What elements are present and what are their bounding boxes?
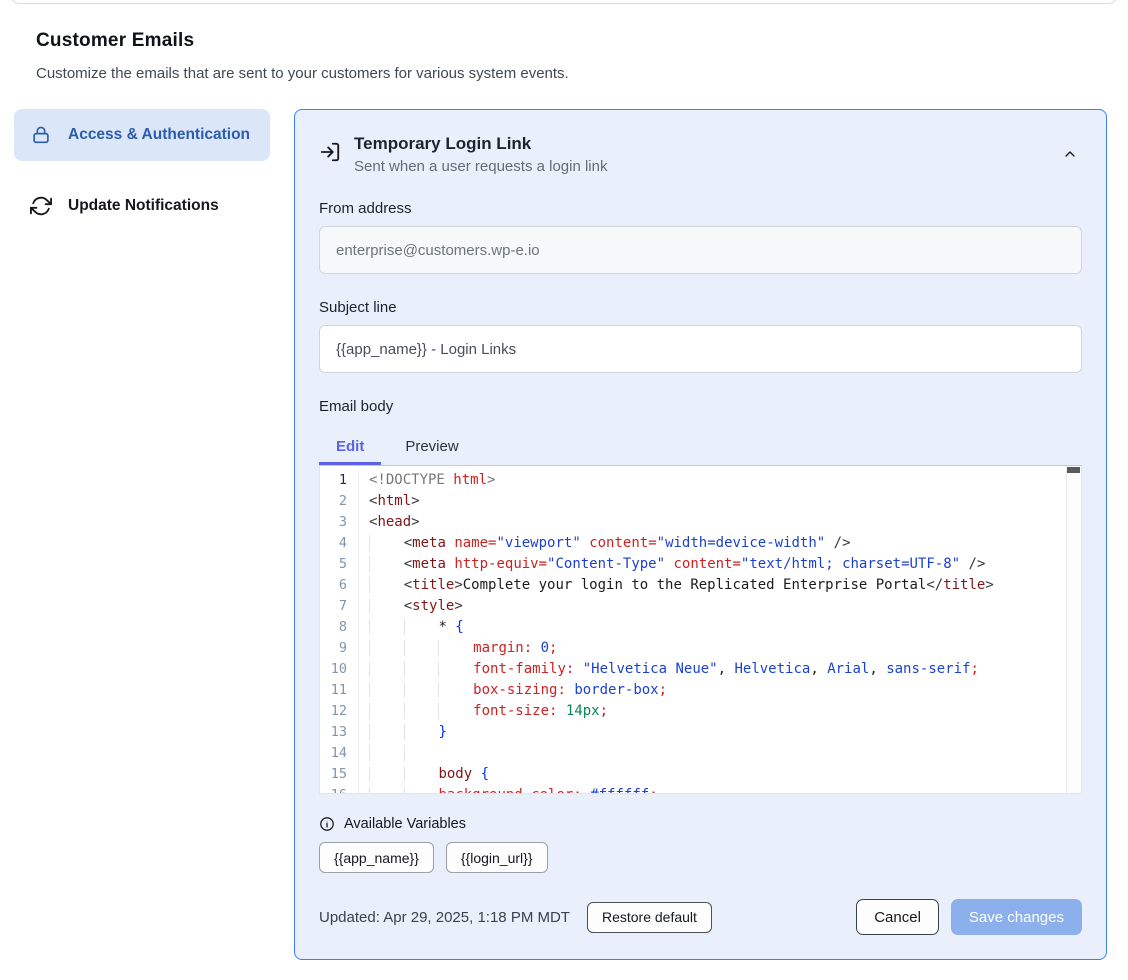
code-line: 12 font-size: 14px; (320, 701, 1081, 722)
lock-icon (30, 124, 52, 146)
sidebar-item-access-authentication[interactable]: Access & Authentication (14, 109, 270, 161)
code-line: 2<html> (320, 491, 1081, 512)
collapse-panel-button[interactable] (1058, 142, 1082, 166)
line-number: 3 (320, 512, 359, 533)
email-types-sidebar: Access & Authentication Update Notificat… (14, 109, 270, 232)
subject-line-label: Subject line (319, 299, 1082, 316)
sidebar-item-update-notifications[interactable]: Update Notifications (14, 180, 270, 232)
line-number: 11 (320, 680, 359, 701)
code-line: 3<head> (320, 512, 1081, 533)
code-line: 16 background-color: #ffffff; (320, 785, 1081, 794)
code-lines: 1<!DOCTYPE html>2<html>3<head>4 <meta na… (320, 466, 1081, 794)
refresh-icon (30, 195, 52, 217)
page-title: Customer Emails (36, 30, 1128, 52)
code-line: 5 <meta http-equiv="Content-Type" conten… (320, 554, 1081, 575)
updated-timestamp: Updated: Apr 29, 2025, 1:18 PM MDT (319, 909, 570, 926)
code-line: 8 * { (320, 617, 1081, 638)
email-body-code-editor[interactable]: 1<!DOCTYPE html>2<html>3<head>4 <meta na… (319, 466, 1082, 794)
line-number: 14 (320, 743, 359, 764)
scrollbar-thumb[interactable] (1067, 467, 1080, 473)
code-line: 10 font-family: "Helvetica Neue", Helvet… (320, 659, 1081, 680)
line-number: 13 (320, 722, 359, 743)
tab-preview[interactable]: Preview (388, 427, 475, 465)
line-number: 16 (320, 785, 359, 794)
available-variables-label: Available Variables (344, 816, 466, 832)
panel-title: Temporary Login Link (354, 134, 607, 154)
panel-title-block: Temporary Login Link Sent when a user re… (354, 134, 607, 175)
code-line: 11 box-sizing: border-box; (320, 680, 1081, 701)
login-icon (319, 141, 341, 163)
variable-chips: {{app_name}} {{login_url}} (319, 842, 1082, 873)
chevron-up-icon (1062, 146, 1078, 162)
line-number: 1 (320, 470, 359, 491)
email-body-label: Email body (319, 398, 1082, 415)
line-number: 6 (320, 575, 359, 596)
code-line: 4 <meta name="viewport" content="width=d… (320, 533, 1081, 554)
code-line: 6 <title>Complete your login to the Repl… (320, 575, 1081, 596)
line-number: 10 (320, 659, 359, 680)
code-line: 15 body { (320, 764, 1081, 785)
previous-card-bottom-edge (10, 0, 1118, 4)
line-number: 7 (320, 596, 359, 617)
tab-edit[interactable]: Edit (319, 427, 381, 465)
code-line: 1<!DOCTYPE html> (320, 470, 1081, 491)
temporary-login-link-panel: Temporary Login Link Sent when a user re… (294, 109, 1107, 960)
code-line: 13 } (320, 722, 1081, 743)
email-body-tabbar: Edit Preview (319, 427, 1082, 466)
save-changes-button[interactable]: Save changes (951, 899, 1082, 935)
cancel-button[interactable]: Cancel (856, 899, 939, 935)
restore-default-button[interactable]: Restore default (587, 902, 712, 933)
code-line: 7 <style> (320, 596, 1081, 617)
page-subtitle: Customize the emails that are sent to yo… (36, 65, 1128, 82)
page-header: Customer Emails Customize the emails tha… (0, 0, 1128, 82)
info-icon (319, 816, 335, 832)
sidebar-item-label: Access & Authentication (68, 123, 250, 147)
panel-subtitle: Sent when a user requests a login link (354, 158, 607, 175)
sidebar-item-label: Update Notifications (68, 194, 219, 218)
line-number: 5 (320, 554, 359, 575)
variable-chip-login-url[interactable]: {{login_url}} (446, 842, 548, 873)
code-line: 14 (320, 743, 1081, 764)
from-address-input[interactable] (319, 226, 1082, 274)
line-number: 8 (320, 617, 359, 638)
line-number: 4 (320, 533, 359, 554)
from-address-label: From address (319, 200, 1082, 217)
line-number: 12 (320, 701, 359, 722)
code-line: 9 margin: 0; (320, 638, 1081, 659)
variable-chip-app-name[interactable]: {{app_name}} (319, 842, 434, 873)
editor-vertical-scrollbar[interactable] (1066, 466, 1081, 793)
line-number: 2 (320, 491, 359, 512)
line-number: 15 (320, 764, 359, 785)
line-number: 9 (320, 638, 359, 659)
subject-line-input[interactable] (319, 325, 1082, 373)
